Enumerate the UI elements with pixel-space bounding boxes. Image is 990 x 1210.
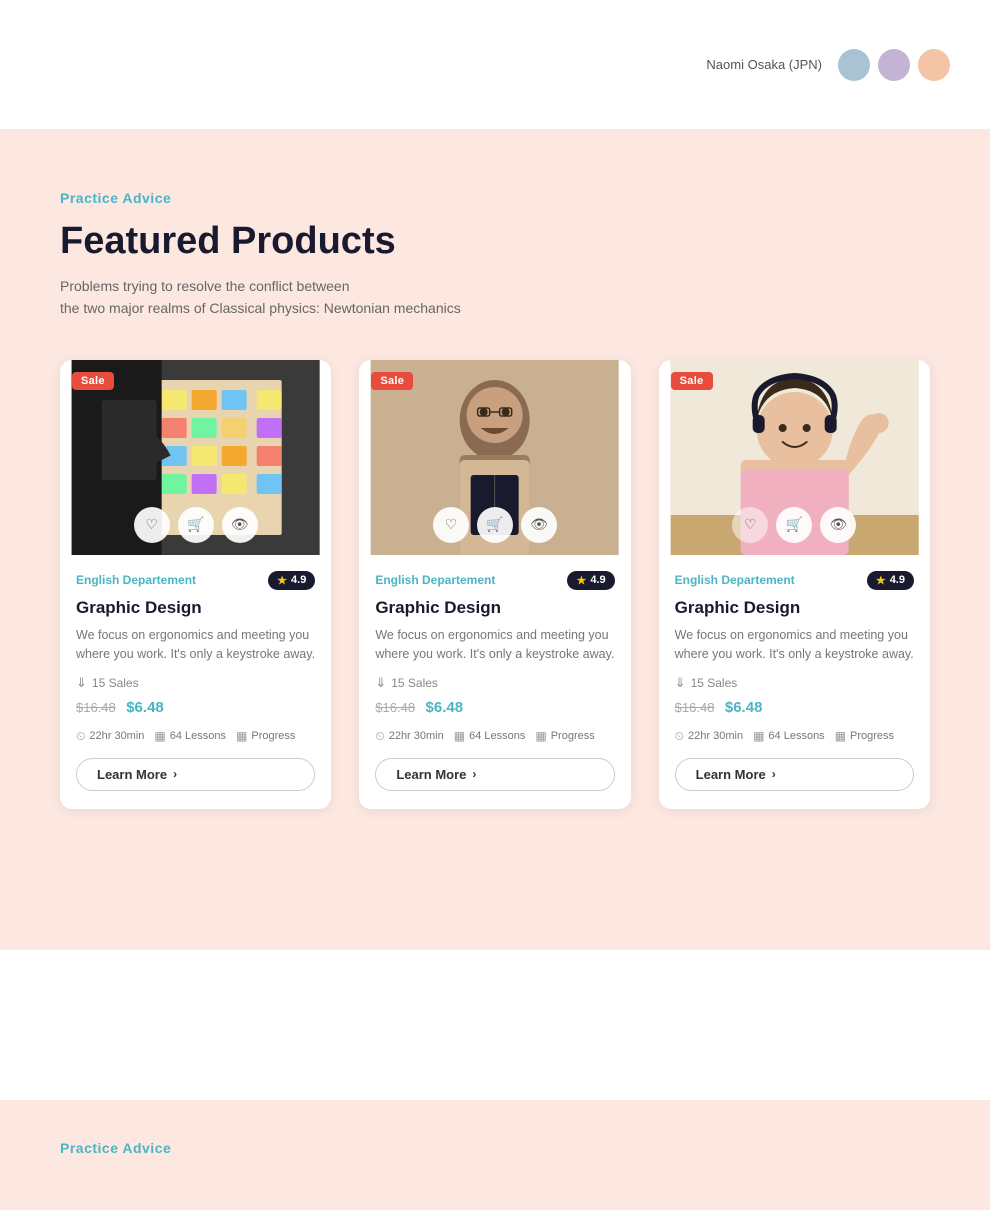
card-1-price-sale: $6.48 [126, 699, 164, 716]
card-2-clock-icon: ⏲ [375, 729, 384, 744]
card-3-body: English Departement ★ 4.9 Graphic Design… [659, 555, 930, 809]
card-3-meta: English Departement ★ 4.9 [675, 571, 914, 590]
card-2-price-original: $16.48 [375, 700, 415, 715]
card-3-image-wrapper: Sale ♡ 🛒 👁 [659, 360, 930, 555]
card-2-progress-icon: ▦ [535, 729, 546, 743]
card-2-lessons: ▦ 64 Lessons [454, 729, 526, 743]
card-3-download-icon: ⇓ [675, 675, 686, 691]
card-1-download-icon: ⇓ [76, 675, 87, 691]
card-3-learn-more-btn[interactable]: Learn More › [675, 758, 914, 791]
card-1-title: Graphic Design [76, 598, 315, 618]
user-name: Naomi Osaka (JPN) [706, 57, 822, 72]
bottom-section-label: Practice Advice [60, 1140, 930, 1156]
featured-section: Practice Advice Featured Products Proble… [0, 130, 990, 950]
card-3-lessons-icon: ▦ [753, 729, 764, 743]
card-3-department: English Departement [675, 573, 795, 587]
card-3-price-original: $16.48 [675, 700, 715, 715]
avatar-1 [838, 49, 870, 81]
card-3-star-icon: ★ [876, 574, 886, 587]
card-2-star-icon: ★ [576, 574, 586, 587]
section-label: Practice Advice [60, 190, 930, 206]
card-2-meta: English Departement ★ 4.9 [375, 571, 614, 590]
bottom-pink-section: Practice Advice [0, 1100, 990, 1210]
card-2-actions[interactable]: ♡ 🛒 👁 [433, 507, 557, 543]
card-2-price: $16.48 $6.48 [375, 699, 614, 717]
card-3-progress-icon: ▦ [835, 729, 846, 743]
card-3-arrow-icon: › [772, 767, 776, 781]
card-1-desc: We focus on ergonomics and meeting you w… [76, 626, 315, 665]
card-2-department: English Departement [375, 573, 495, 587]
card-2-view-btn[interactable]: 👁 [521, 507, 557, 543]
avatar-2 [878, 49, 910, 81]
card-2-body: English Departement ★ 4.9 Graphic Design… [359, 555, 630, 809]
card-2-price-sale: $6.48 [426, 699, 464, 716]
card-2-lessons-icon: ▦ [454, 729, 465, 743]
card-2-image-wrapper: Sale ♡ 🛒 👁 [359, 360, 630, 555]
card-2-sale-badge: Sale [371, 372, 413, 390]
card-1-price: $16.48 $6.48 [76, 699, 315, 717]
card-1-footer: ⏲ 22hr 30min ▦ 64 Lessons ▦ Progress [76, 729, 315, 744]
card-2-desc: We focus on ergonomics and meeting you w… [375, 626, 614, 665]
card-1-wishlist-btn[interactable]: ♡ [134, 507, 170, 543]
bottom-section [0, 950, 990, 1100]
section-description: Problems trying to resolve the conflict … [60, 275, 930, 320]
card-1-cart-btn[interactable]: 🛒 [178, 507, 214, 543]
card-1-lessons: ▦ 64 Lessons [154, 729, 226, 743]
card-3-duration: ⏲ 22hr 30min [675, 729, 743, 744]
card-1-meta: English Departement ★ 4.9 [76, 571, 315, 590]
card-2-cart-btn[interactable]: 🛒 [477, 507, 513, 543]
card-1-progress: ▦ Progress [236, 729, 295, 743]
card-3-view-btn[interactable]: 👁 [820, 507, 856, 543]
card-3-desc: We focus on ergonomics and meeting you w… [675, 626, 914, 665]
card-3: Sale ♡ 🛒 👁 English Departement ★ 4.9 Gra… [659, 360, 930, 809]
card-1-image-wrapper: Sale ♡ 🛒 👁 [60, 360, 331, 555]
card-3-actions[interactable]: ♡ 🛒 👁 [732, 507, 856, 543]
card-1: Sale ♡ 🛒 👁 English Departement ★ 4.9 Gra… [60, 360, 331, 809]
top-bar: Naomi Osaka (JPN) [0, 0, 990, 130]
card-2-learn-more-btn[interactable]: Learn More › [375, 758, 614, 791]
card-1-rating: ★ 4.9 [268, 571, 315, 590]
card-1-learn-more-btn[interactable]: Learn More › [76, 758, 315, 791]
card-1-view-btn[interactable]: 👁 [222, 507, 258, 543]
card-1-actions[interactable]: ♡ 🛒 👁 [134, 507, 258, 543]
card-3-price-sale: $6.48 [725, 699, 763, 716]
card-3-title: Graphic Design [675, 598, 914, 618]
card-2-wishlist-btn[interactable]: ♡ [433, 507, 469, 543]
card-1-lessons-icon: ▦ [154, 729, 165, 743]
card-2-download-icon: ⇓ [375, 675, 386, 691]
card-2-title: Graphic Design [375, 598, 614, 618]
card-3-cart-btn[interactable]: 🛒 [776, 507, 812, 543]
card-3-progress: ▦ Progress [835, 729, 894, 743]
card-2-duration: ⏲ 22hr 30min [375, 729, 443, 744]
card-1-star-icon: ★ [277, 574, 287, 587]
card-1-arrow-icon: › [173, 767, 177, 781]
card-1-clock-icon: ⏲ [76, 729, 85, 744]
card-1-body: English Departement ★ 4.9 Graphic Design… [60, 555, 331, 809]
card-1-sale-badge: Sale [72, 372, 114, 390]
card-2: Sale ♡ 🛒 👁 English Departement ★ 4.9 Gra… [359, 360, 630, 809]
card-2-rating: ★ 4.9 [567, 571, 614, 590]
card-1-progress-icon: ▦ [236, 729, 247, 743]
card-3-lessons: ▦ 64 Lessons [753, 729, 825, 743]
avatar-3 [918, 49, 950, 81]
card-2-footer: ⏲ 22hr 30min ▦ 64 Lessons ▦ Progress [375, 729, 614, 744]
card-3-footer: ⏲ 22hr 30min ▦ 64 Lessons ▦ Progress [675, 729, 914, 744]
card-1-duration: ⏲ 22hr 30min [76, 729, 144, 744]
card-3-sales: ⇓ 15 Sales [675, 675, 914, 691]
card-2-sales: ⇓ 15 Sales [375, 675, 614, 691]
card-1-sales: ⇓ 15 Sales [76, 675, 315, 691]
card-2-arrow-icon: › [472, 767, 476, 781]
top-bar-user: Naomi Osaka (JPN) [706, 49, 950, 81]
card-3-price: $16.48 $6.48 [675, 699, 914, 717]
card-1-price-original: $16.48 [76, 700, 116, 715]
section-title: Featured Products [60, 220, 930, 263]
card-3-wishlist-btn[interactable]: ♡ [732, 507, 768, 543]
card-1-department: English Departement [76, 573, 196, 587]
cards-grid: Sale ♡ 🛒 👁 English Departement ★ 4.9 Gra… [60, 360, 930, 809]
card-2-progress: ▦ Progress [535, 729, 594, 743]
card-3-sale-badge: Sale [671, 372, 713, 390]
card-3-rating: ★ 4.9 [867, 571, 914, 590]
card-3-clock-icon: ⏲ [675, 729, 684, 744]
